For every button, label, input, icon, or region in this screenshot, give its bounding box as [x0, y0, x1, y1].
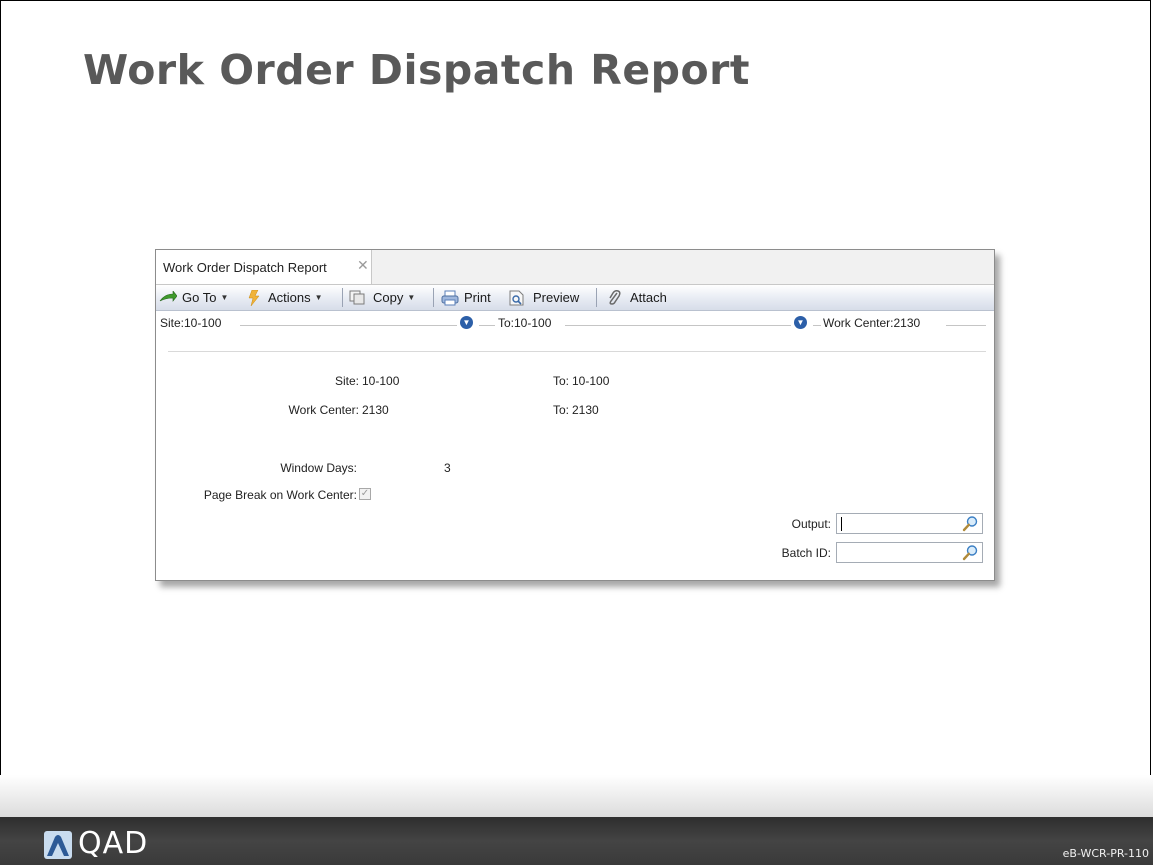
tab-work-order-dispatch-report[interactable]: Work Order Dispatch Report ✕: [156, 250, 372, 284]
filter-summary-bar: Site:10-100 ▼ To:10-100 ▼ Work Center:21…: [156, 312, 994, 334]
goto-arrow-icon: [159, 290, 177, 302]
toolbar: Go To ▼ Actions ▼ Copy ▼ Print Preview A…: [156, 285, 994, 311]
toolbar-separator: [342, 288, 343, 307]
footer-bar: QAD eB-WCR-PR-110: [0, 817, 1153, 865]
chevron-down-circle-icon[interactable]: ▼: [460, 316, 473, 329]
footer-gradient: [0, 775, 1153, 817]
toolbar-separator: [433, 288, 434, 307]
close-tab-icon[interactable]: ✕: [357, 257, 369, 274]
tab-label: Work Order Dispatch Report: [163, 260, 327, 275]
slide-title: Work Order Dispatch Report: [83, 46, 750, 94]
printer-icon: [441, 290, 459, 305]
page-break-checkbox[interactable]: ✓: [359, 488, 371, 500]
goto-label: Go To: [182, 290, 217, 305]
filter-site: Site:10-100: [160, 316, 222, 330]
page-break-label: Page Break on Work Center:: [203, 488, 357, 502]
filter-work-center: Work Center:2130: [823, 316, 921, 330]
filter-divider: [240, 325, 457, 326]
qad-logo-icon: [44, 831, 72, 859]
search-icon[interactable]: [962, 544, 979, 561]
form-divider: [168, 351, 986, 352]
site-label: Site:: [334, 374, 359, 388]
actions-bolt-icon: [248, 289, 260, 306]
chevron-down-circle-icon[interactable]: ▼: [794, 316, 807, 329]
print-button[interactable]: Print: [441, 285, 491, 310]
filter-divider: [479, 325, 495, 326]
chevron-down-icon: ▼: [314, 293, 323, 302]
copy-icon: [349, 290, 365, 305]
work-center-to-value: 2130: [572, 403, 599, 417]
toolbar-separator: [596, 288, 597, 307]
work-center-label: Work Center:: [288, 403, 359, 417]
copy-label: Copy: [373, 290, 404, 305]
site-value: 10-100: [362, 374, 400, 388]
actions-label: Actions: [268, 290, 311, 305]
site-to-label: To:: [552, 374, 569, 388]
window-days-label: Window Days:: [280, 461, 357, 475]
work-center-to-label: To:: [552, 403, 569, 417]
attach-label: Attach: [630, 290, 667, 305]
output-label: Output:: [791, 517, 831, 531]
copy-button[interactable]: Copy ▼: [349, 285, 415, 310]
output-field[interactable]: [836, 513, 983, 534]
batch-id-field[interactable]: [836, 542, 983, 563]
attach-button[interactable]: Attach: [607, 285, 667, 310]
preview-button[interactable]: Preview: [509, 285, 579, 310]
filter-divider: [813, 325, 821, 326]
report-window: Work Order Dispatch Report ✕ Go To ▼ Act…: [155, 249, 995, 581]
filter-divider: [565, 325, 791, 326]
batch-id-label: Batch ID:: [781, 546, 831, 560]
paperclip-icon: [609, 289, 621, 305]
filter-divider: [946, 325, 986, 326]
site-to-value: 10-100: [572, 374, 610, 388]
tab-strip: Work Order Dispatch Report ✕: [156, 250, 994, 285]
actions-button[interactable]: Actions ▼: [248, 285, 323, 310]
goto-button[interactable]: Go To ▼: [159, 285, 228, 310]
print-label: Print: [464, 290, 491, 305]
slide-code: eB-WCR-PR-110: [1062, 847, 1149, 860]
chevron-down-icon: ▼: [220, 293, 229, 302]
search-icon[interactable]: [962, 515, 979, 532]
preview-icon: [509, 290, 524, 305]
chevron-down-icon: ▼: [407, 293, 416, 302]
text-cursor: [841, 517, 842, 531]
work-center-value: 2130: [362, 403, 389, 417]
window-days-value[interactable]: 3: [444, 461, 451, 475]
footer-brand: QAD: [78, 826, 149, 861]
filter-to-site: To:10-100: [498, 316, 552, 330]
preview-label: Preview: [533, 290, 580, 305]
